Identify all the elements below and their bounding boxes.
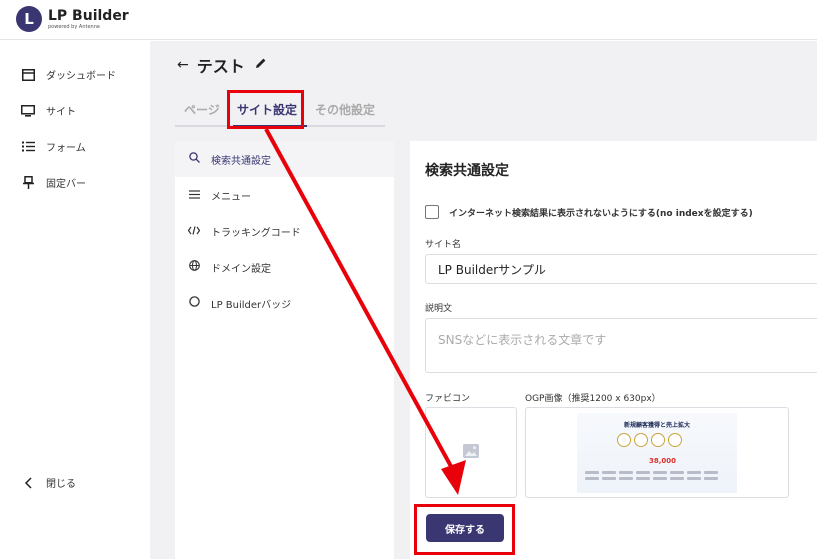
page-title: テスト [196, 57, 245, 76]
noindex-label: インターネット検索結果に表示されないようにする(no indexを設定する) [449, 208, 753, 219]
circle-icon [187, 296, 201, 310]
menu-item-label: LP Builderバッジ [211, 299, 292, 311]
sidebar-close-label: 閉じる [46, 479, 76, 490]
sidebar-item-label: サイト [46, 107, 76, 118]
ogp-image-label: OGP画像（推奨1200 x 630px） [525, 394, 661, 404]
tab-highlight-box [227, 90, 304, 129]
settings-menu: 検索共通設定 メニュー トラッキングコード ドメイン設定 LP Builderバ… [175, 141, 394, 559]
code-icon [187, 225, 201, 238]
ogp-image-badges [617, 432, 682, 447]
logo-name: LP Builder [48, 8, 129, 24]
app-header: L LP Builder powered by Antenne [0, 0, 817, 40]
description-textarea[interactable]: SNSなどに表示される文章です [425, 318, 817, 373]
site-name-input[interactable]: LP Builderサンプル [425, 254, 817, 284]
search-icon [187, 152, 201, 166]
globe-icon [187, 260, 201, 274]
menu-item-domain-settings[interactable]: ドメイン設定 [175, 249, 394, 285]
settings-form: 検索共通設定 インターネット検索結果に表示されないようにする(no indexを… [410, 141, 817, 559]
monitor-icon [20, 104, 36, 118]
sidebar: ダッシュボード サイト フォーム 固定バー 閉じる [0, 41, 150, 559]
sidebar-item-label: フォーム [46, 143, 86, 154]
ogp-image-price: 38,000 [649, 456, 677, 465]
ogp-image-upload[interactable]: 新規顧客獲得と売上拡大 38,000 [525, 407, 789, 498]
menu-item-search-settings[interactable]: 検索共通設定 [175, 141, 394, 177]
menu-item-label: ドメイン設定 [211, 263, 271, 275]
ogp-image-logos [585, 470, 729, 480]
page-title-row: ← テスト [177, 53, 267, 77]
menu-item-label: 検索共通設定 [211, 155, 271, 167]
back-arrow-icon[interactable]: ← [177, 57, 189, 73]
pin-icon [20, 176, 36, 190]
image-placeholder-icon [463, 443, 479, 462]
menu-item-lp-builder-badge[interactable]: LP Builderバッジ [175, 285, 394, 321]
edit-pencil-icon[interactable] [255, 57, 267, 73]
sidebar-close-button[interactable]: 閉じる [20, 475, 76, 490]
tab-page[interactable]: ページ [184, 101, 220, 118]
noindex-checkbox[interactable] [425, 205, 439, 219]
sidebar-item-label: ダッシュボード [46, 71, 116, 82]
ogp-image-headline: 新規顧客獲得と売上拡大 [623, 421, 690, 429]
logo[interactable]: L LP Builder powered by Antenne [16, 6, 129, 32]
sidebar-item-form[interactable]: フォーム [20, 139, 86, 154]
favicon-upload[interactable] [425, 407, 517, 498]
list-icon [20, 140, 36, 154]
favicon-label: ファビコン [425, 394, 471, 404]
logo-mark: L [16, 6, 42, 32]
save-button-highlight-box [414, 504, 515, 555]
menu-icon [187, 189, 201, 202]
tab-other-settings[interactable]: その他設定 [315, 101, 375, 118]
site-name-label: サイト名 [425, 240, 462, 250]
noindex-row: インターネット検索結果に表示されないようにする(no indexを設定する) [425, 205, 753, 219]
sidebar-item-site[interactable]: サイト [20, 103, 76, 118]
menu-item-label: メニュー [211, 191, 251, 203]
sidebar-item-fixed-bar[interactable]: 固定バー [20, 175, 86, 190]
dashboard-icon [20, 68, 36, 82]
menu-item-tracking-code[interactable]: トラッキングコード [175, 213, 394, 249]
logo-subtitle: powered by Antenne [48, 24, 100, 30]
menu-item-label: トラッキングコード [211, 227, 301, 239]
menu-item-menu[interactable]: メニュー [175, 177, 394, 213]
description-label: 説明文 [425, 304, 453, 314]
chevron-left-icon [20, 476, 36, 490]
form-title: 検索共通設定 [425, 163, 509, 179]
sidebar-item-label: 固定バー [46, 179, 86, 190]
ogp-image-preview: 新規顧客獲得と売上拡大 38,000 [577, 412, 737, 493]
sidebar-item-dashboard[interactable]: ダッシュボード [20, 67, 116, 82]
